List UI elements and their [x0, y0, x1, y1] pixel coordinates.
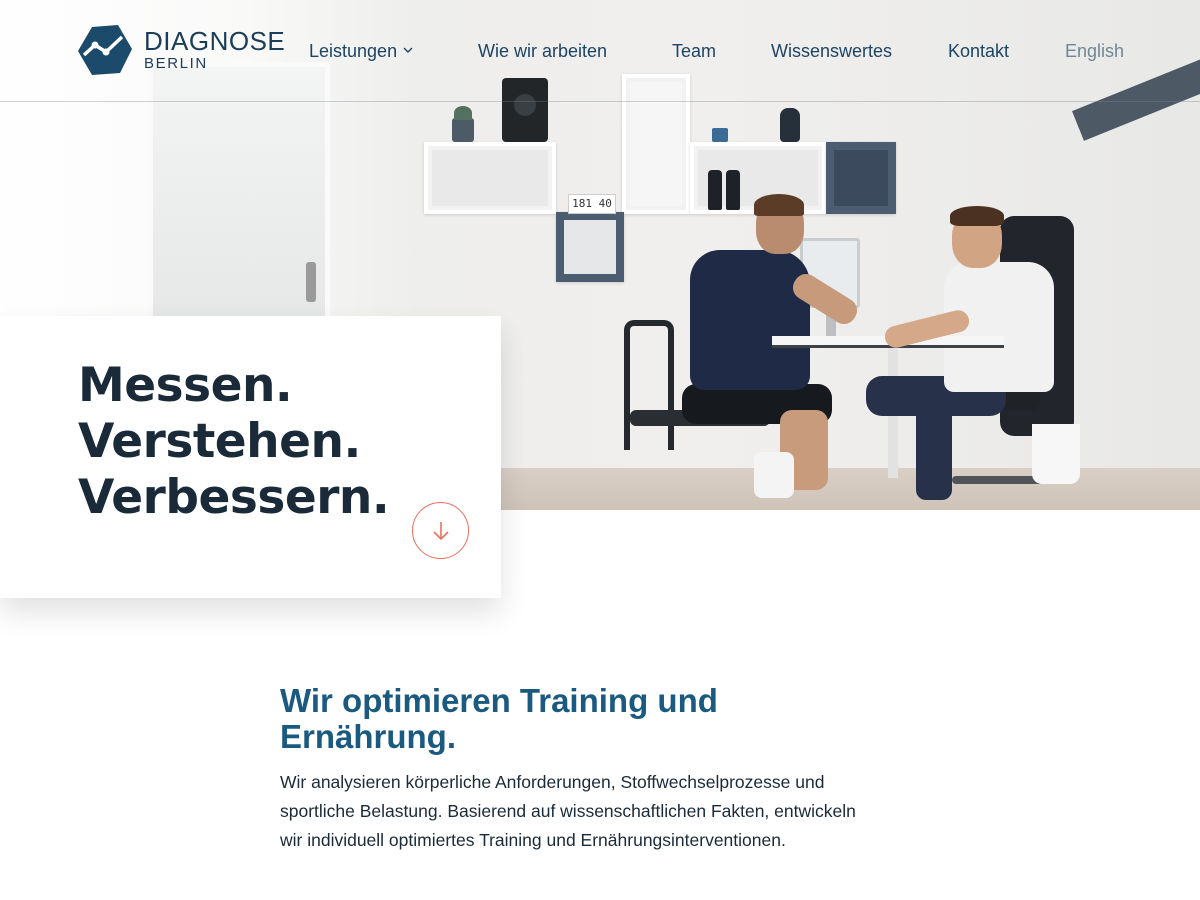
flip-clock: 181 40 [568, 194, 616, 214]
chevron-down-icon [403, 47, 413, 53]
door-handle [306, 262, 316, 302]
wall-shelf-dark [826, 142, 896, 214]
nav-item-kontakt[interactable]: Kontakt [948, 39, 1009, 63]
hero-headline-line: Messen. [78, 358, 293, 413]
wall-shelf-dark [556, 212, 624, 282]
language-switch-english[interactable]: English [1065, 39, 1124, 63]
intro-paragraph: Wir analysieren körperliche Anforderunge… [280, 768, 930, 855]
vase [780, 108, 800, 142]
waste-bin [1032, 424, 1080, 484]
main-nav: Leistungen Wie wir arbeiten Team Wissens… [0, 39, 1200, 63]
person-coach-shin [916, 400, 952, 500]
intro-body-line: sportliche Belastung. Basierend auf wiss… [280, 801, 856, 821]
nav-item-team[interactable]: Team [672, 39, 716, 63]
side-chair [624, 320, 674, 450]
person-coach-hair [950, 206, 1004, 226]
bottle [708, 170, 722, 210]
hero-headline-line: Verbessern. [78, 470, 390, 525]
person-athlete-body [690, 250, 810, 390]
hero-headline-line: Verstehen. [78, 414, 361, 469]
header-divider [0, 101, 1200, 102]
arrow-down-icon [432, 521, 449, 540]
intro-body-line: wir individuell optimiertes Training und… [280, 830, 786, 850]
hero-card: Messen. Verstehen. Verbessern. [0, 316, 501, 598]
intro-heading: Wir optimieren Training und Ernährung. [280, 683, 900, 755]
plant [452, 106, 474, 142]
wall-shelf [424, 142, 556, 214]
person-athlete-sock [754, 452, 794, 498]
nav-item-leistungen[interactable]: Leistungen [309, 39, 413, 63]
nav-item-wie-wir-arbeiten[interactable]: Wie wir arbeiten [478, 39, 607, 63]
cup [712, 128, 728, 142]
bottle [726, 170, 740, 210]
site-header: DIAGNOSE BERLIN Leistungen Wie wir arbei… [0, 0, 1200, 101]
person-athlete-hair [754, 194, 804, 216]
scroll-down-button[interactable] [412, 502, 469, 559]
intro-heading-line: Ernährung. [280, 718, 457, 755]
nav-item-wissenswertes[interactable]: Wissenswertes [771, 39, 892, 63]
nav-item-label: Leistungen [309, 41, 398, 61]
intro-body-line: Wir analysieren körperliche Anforderunge… [280, 772, 825, 792]
intro-heading-line: Wir optimieren Training und [280, 682, 718, 719]
